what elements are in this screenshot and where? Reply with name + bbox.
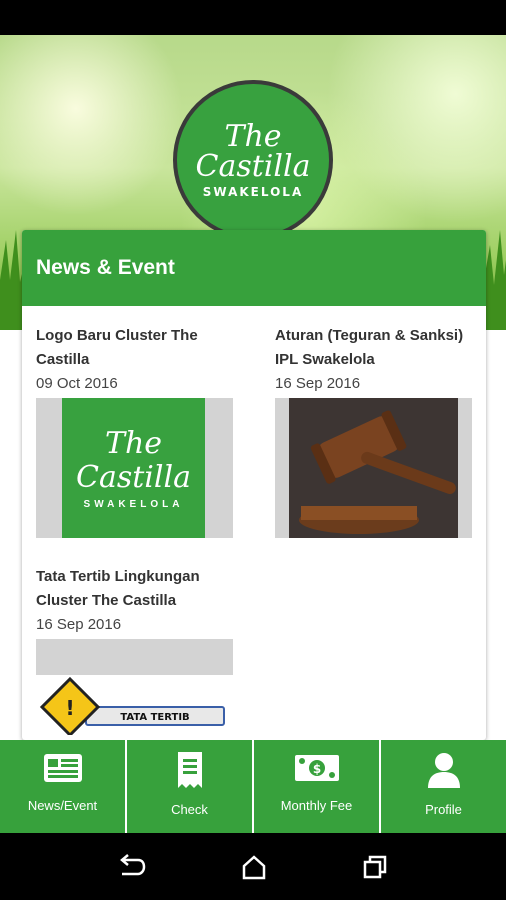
recent-apps-icon[interactable] bbox=[362, 854, 388, 880]
nav-label: Monthly Fee bbox=[280, 798, 353, 813]
system-navigation-bar bbox=[0, 833, 506, 900]
receipt-icon bbox=[177, 752, 202, 788]
nav-label: Check bbox=[171, 802, 208, 817]
news-date: 09 Oct 2016 bbox=[36, 375, 118, 392]
section-title: News & Event bbox=[22, 230, 486, 306]
nav-profile[interactable]: Profile bbox=[381, 740, 506, 833]
nav-check[interactable]: Check bbox=[127, 740, 254, 833]
back-icon[interactable] bbox=[118, 853, 146, 880]
news-date: 16 Sep 2016 bbox=[275, 375, 361, 392]
svg-text:TATA TERTIB: TATA TERTIB bbox=[120, 712, 189, 723]
nav-monthly-fee[interactable]: $ Monthly Fee bbox=[254, 740, 381, 833]
logo-line-2: Castilla bbox=[195, 149, 311, 184]
svg-text:!: ! bbox=[65, 696, 74, 720]
nav-label: Profile bbox=[425, 802, 462, 817]
newspaper-icon bbox=[43, 754, 82, 782]
gavel-image bbox=[289, 398, 458, 538]
news-thumbnail[interactable] bbox=[36, 639, 233, 675]
news-item[interactable]: Logo Baru Cluster The Castilla 09 Oct 20… bbox=[36, 324, 236, 538]
news-date: 16 Sep 2016 bbox=[36, 616, 122, 633]
logo-line-3: SWAKELOLA bbox=[202, 185, 304, 199]
news-title: Aturan (Teguran & Sanksi) IPL Swakelola bbox=[275, 327, 464, 368]
tata-tertib-sign-image: TATA TERTIB ! bbox=[36, 675, 236, 738]
castilla-logo: The Castilla SWAKELOLA bbox=[173, 80, 333, 240]
news-thumbnail[interactable]: The Castilla SWAKELOLA bbox=[36, 398, 233, 538]
home-icon[interactable] bbox=[241, 854, 267, 880]
bottom-navigation: News/Event Check $ Monthly Fee Profile bbox=[0, 740, 506, 833]
nav-news-event[interactable]: News/Event bbox=[0, 740, 127, 833]
status-bar bbox=[0, 0, 506, 35]
money-icon: $ bbox=[294, 755, 339, 781]
person-icon bbox=[427, 753, 460, 788]
news-item[interactable]: Aturan (Teguran & Sanksi) IPL Swakelola … bbox=[275, 324, 475, 538]
svg-text:$: $ bbox=[312, 762, 320, 776]
news-thumbnail[interactable] bbox=[275, 398, 472, 538]
news-title: Logo Baru Cluster The Castilla bbox=[36, 327, 198, 368]
news-title: Tata Tertib Lingkungan Cluster The Casti… bbox=[36, 568, 200, 609]
castilla-logo-image: The Castilla SWAKELOLA bbox=[62, 398, 205, 538]
news-item[interactable]: Tata Tertib Lingkungan Cluster The Casti… bbox=[36, 565, 236, 738]
news-card: News & Event Logo Baru Cluster The Casti… bbox=[22, 230, 486, 740]
nav-label: News/Event bbox=[27, 798, 98, 813]
